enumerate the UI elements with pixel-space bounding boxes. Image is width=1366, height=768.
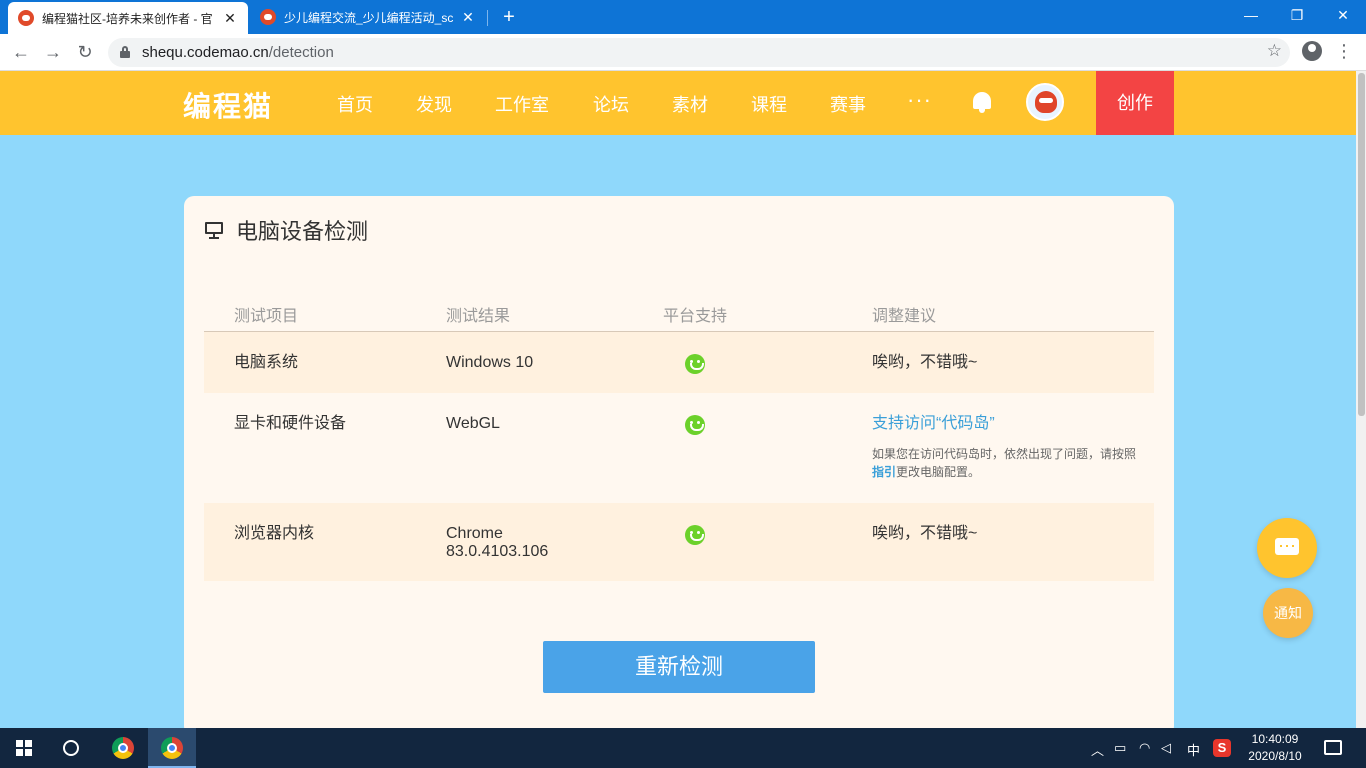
cortana-search-icon[interactable] <box>63 740 79 756</box>
header-item: 测试项目 <box>234 308 299 325</box>
browser-toolbar: ← → ↻ shequ.codemao.cn/detection ☆ <box>0 34 1366 71</box>
nav-material[interactable]: 素材 <box>672 91 708 117</box>
browser-tab-inactive[interactable]: 少儿编程交流_少儿编程活动_scr ✕ <box>250 0 486 34</box>
row-item: 浏览器内核 <box>234 525 315 542</box>
tab-divider <box>487 10 488 26</box>
card-header: 电脑设备检测 <box>204 214 368 246</box>
tab-title: 少儿编程交流_少儿编程活动_scr <box>284 10 454 25</box>
clock-time: 10:40:09 <box>1251 732 1299 746</box>
device-detection-card: 电脑设备检测 测试项目 测试结果 平台支持 调整建议 电脑系统 Windows … <box>184 196 1174 736</box>
new-tab-icon[interactable]: + <box>498 4 520 30</box>
browser-menu-icon[interactable]: ⋮ <box>1335 38 1353 64</box>
row-result: Windows 10 <box>446 354 534 371</box>
code-island-link[interactable]: 支持访问“代码岛” <box>872 415 995 433</box>
account-icon[interactable] <box>1302 41 1322 61</box>
codemao-favicon-icon <box>260 9 276 25</box>
lock-icon <box>120 46 130 58</box>
row-advice: 唉哟，不错哦~ <box>872 354 978 371</box>
ime-indicator[interactable]: 中 <box>1187 740 1200 759</box>
row-result-line1: Chrome <box>446 525 503 542</box>
reload-icon[interactable]: ↻ <box>72 39 98 65</box>
action-center-icon[interactable] <box>1324 740 1342 755</box>
forward-arrow-icon[interactable]: → <box>40 39 66 65</box>
bookmark-star-icon[interactable]: ☆ <box>1267 41 1282 61</box>
chrome-icon <box>161 737 183 759</box>
monitor-icon <box>204 220 224 240</box>
notice-button[interactable]: 通知 <box>1263 588 1313 638</box>
chat-button[interactable] <box>1257 518 1317 578</box>
table-row: 浏览器内核 Chrome 83.0.4103.106 唉哟，不错哦~ <box>204 503 1154 581</box>
tray-chevron-icon[interactable]: ︿ <box>1091 740 1104 759</box>
nav-course[interactable]: 课程 <box>751 91 787 117</box>
row-result-line2: 83.0.4103.106 <box>446 543 549 560</box>
nav-forum[interactable]: 论坛 <box>593 91 629 117</box>
tab-close-icon[interactable]: ✕ <box>460 9 476 26</box>
browser-tab-strip: 编程猫社区-培养未来创作者 - 官 ✕ 少儿编程交流_少儿编程活动_scr ✕ … <box>0 0 1366 34</box>
row-item: 显卡和硬件设备 <box>234 415 347 432</box>
taskbar-clock[interactable]: 10:40:09 2020/8/10 <box>1244 731 1306 765</box>
nav-more-icon[interactable]: ··· <box>907 87 932 113</box>
chrome-icon <box>112 737 134 759</box>
table-header: 测试项目 测试结果 平台支持 调整建议 <box>204 296 1154 332</box>
site-header: 编程猫 首页 发现 工作室 论坛 素材 课程 赛事 ··· 创作 <box>0 71 1356 135</box>
sogou-ime-icon[interactable]: S <box>1213 739 1231 757</box>
windows-start-icon[interactable] <box>16 740 32 756</box>
header-support: 平台支持 <box>663 308 728 325</box>
table-row: 显卡和硬件设备 WebGL 支持访问“代码岛” 如果您在访问代码岛时，依然出现了… <box>204 393 1154 503</box>
minimize-icon[interactable]: — <box>1228 0 1274 30</box>
smile-icon <box>685 525 705 545</box>
nav-contest[interactable]: 赛事 <box>830 91 866 117</box>
user-avatar[interactable] <box>1026 83 1064 121</box>
browser-tab-active[interactable]: 编程猫社区-培养未来创作者 - 官 ✕ <box>8 2 248 34</box>
url-text[interactable]: shequ.codemao.cn/detection <box>142 44 334 61</box>
codemao-favicon-icon <box>18 10 34 26</box>
wifi-icon[interactable]: ◠ <box>1139 740 1150 756</box>
recheck-button[interactable]: 重新检测 <box>543 641 815 693</box>
back-arrow-icon[interactable]: ← <box>8 39 34 65</box>
smile-icon <box>685 415 705 435</box>
volume-icon[interactable]: ◁ <box>1161 740 1171 756</box>
site-logo[interactable]: 编程猫 <box>183 85 273 125</box>
clock-date: 2020/8/10 <box>1248 749 1302 763</box>
smile-icon <box>685 354 705 374</box>
bell-icon[interactable] <box>971 90 993 114</box>
restore-icon[interactable]: ❐ <box>1274 0 1320 30</box>
taskbar-chrome-active[interactable] <box>148 728 196 768</box>
window-close-icon[interactable]: ✕ <box>1320 0 1366 30</box>
row-advice: 唉哟，不错哦~ <box>872 525 978 542</box>
row-result: WebGL <box>446 415 500 432</box>
card-title: 电脑设备检测 <box>236 219 369 244</box>
table-row: 电脑系统 Windows 10 唉哟，不错哦~ <box>204 332 1154 393</box>
scrollbar-thumb[interactable] <box>1358 73 1365 416</box>
tab-close-icon[interactable]: ✕ <box>222 10 238 27</box>
taskbar-chrome[interactable] <box>99 728 147 768</box>
nav-discover[interactable]: 发现 <box>416 91 452 117</box>
header-result: 测试结果 <box>446 308 511 325</box>
chat-bubble-icon <box>1275 538 1299 555</box>
nav-studio[interactable]: 工作室 <box>495 91 549 117</box>
nav-home[interactable]: 首页 <box>337 91 373 117</box>
address-bar[interactable]: shequ.codemao.cn/detection ☆ <box>108 38 1290 67</box>
tab-title: 编程猫社区-培养未来创作者 - 官 <box>42 11 213 26</box>
row-item: 电脑系统 <box>234 354 299 371</box>
create-button[interactable]: 创作 <box>1096 71 1174 135</box>
windows-taskbar: ︿ ▭ ◠ ◁ 中 <box>0 728 1366 768</box>
row-note: 如果您在访问代码岛时，依然出现了问题，请按照指引更改电脑配置。 <box>872 447 1137 479</box>
battery-icon[interactable]: ▭ <box>1114 740 1126 756</box>
guide-link[interactable]: 指引 <box>872 465 896 479</box>
header-advice: 调整建议 <box>872 308 937 325</box>
